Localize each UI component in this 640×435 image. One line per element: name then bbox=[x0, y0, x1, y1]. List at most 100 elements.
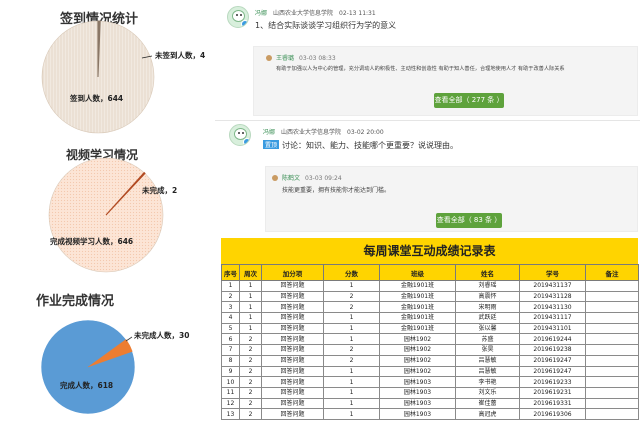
table-row: 12 2 回答问题 1 园林1903 崔佳蕾 2019619331 bbox=[221, 397, 639, 410]
post1-view-all-button[interactable]: 查看全部（ 277 条 ） bbox=[434, 93, 504, 108]
table-cell: 3 bbox=[221, 301, 240, 314]
table-cell: 张昊 bbox=[455, 344, 520, 356]
post2-meta: 冯娜 山西农业大学信息学院 03-02 20:00 bbox=[263, 127, 384, 136]
table-row: 11 2 回答问题 1 园林1903 刘文乐 2019619231 bbox=[221, 386, 639, 399]
table-cell: 园林1902 bbox=[379, 344, 456, 356]
sign-in-pie-svg: 未签到人数，4 签到人数，644 bbox=[41, 20, 205, 134]
post1-reply-name[interactable]: 王睿璐 bbox=[276, 55, 294, 62]
video-pie-slices bbox=[48, 157, 164, 273]
table-cell: 高震怀 bbox=[455, 290, 520, 303]
author-avatar[interactable] bbox=[229, 124, 251, 146]
table-cell: 园林1903 bbox=[379, 397, 456, 410]
table-cell: 1 bbox=[239, 280, 262, 292]
table-cell: 2019431130 bbox=[519, 301, 586, 314]
column-header: 班级 bbox=[379, 264, 456, 281]
table-row: 1 1 回答问题 1 金融1901班 刘睿瑶 2019431137 bbox=[221, 280, 639, 292]
post2-reply-text: 技能更重要，拥有技能你才能达到门槛。 bbox=[282, 187, 391, 194]
table-cell: 刘睿瑶 bbox=[455, 280, 520, 292]
post2-reply-meta: 陈鹤文 03-03 09:24 bbox=[282, 173, 342, 182]
sign-in-unsigned-label: 未签到人数，4 bbox=[155, 50, 205, 60]
post1-question[interactable]: 1、结合实际谈谈学习组织行为学的意义 bbox=[255, 20, 396, 31]
sign-in-pie-slices bbox=[41, 20, 155, 134]
table-cell: 2 bbox=[239, 408, 262, 420]
reply-user-icon bbox=[266, 55, 272, 61]
column-header: 周次 bbox=[239, 264, 262, 281]
table-cell: 金融1901班 bbox=[379, 280, 456, 292]
homework-pie-svg: 未完成人数，30 完成人数，618 bbox=[40, 319, 189, 415]
table-cell bbox=[585, 312, 639, 324]
table-cell: 园林1902 bbox=[379, 333, 456, 346]
table-cell: 苏盛 bbox=[455, 333, 520, 346]
video-pie-chart: 未完成，2 完成视频学习人数，646 bbox=[0, 145, 215, 285]
post1-reply-meta: 王睿璐 03-03 08:33 bbox=[276, 53, 336, 62]
sign-in-signed-label: 签到人数，644 bbox=[69, 93, 123, 103]
table-cell bbox=[585, 386, 639, 399]
table-cell: 回答问题 bbox=[261, 408, 324, 420]
table-cell: 2019619238 bbox=[519, 344, 586, 356]
table-cell: 5 bbox=[221, 322, 240, 335]
table-row: 6 2 回答问题 1 园林1902 苏盛 2019619244 bbox=[221, 333, 639, 346]
post2-reply-name[interactable]: 陈鹤文 bbox=[282, 175, 300, 182]
stats-panel: 签到情况统计 未签到人数，4 签到人数，644 视频学习情况 未完成，2 完成视… bbox=[0, 0, 215, 435]
homework-pie-chart: 未完成人数，30 完成人数，618 bbox=[0, 285, 215, 435]
table-cell: 1 bbox=[239, 322, 262, 335]
table-cell: 1 bbox=[323, 376, 380, 388]
post2-author[interactable]: 冯娜 bbox=[263, 129, 275, 136]
table-cell: 回答问题 bbox=[261, 365, 324, 378]
post1-reply-text: 有助于加强以人为中心的管理，充分调动人的积极性、主动性和创造性 有助于知人善任，… bbox=[276, 66, 565, 72]
post2-question[interactable]: 讨论：知识、能力、技能哪个更重要？说说理由。 bbox=[282, 141, 458, 150]
table-cell: 1 bbox=[323, 322, 380, 335]
column-header: 姓名 bbox=[455, 264, 520, 281]
score-table-title: 每周课堂互动成绩记录表 bbox=[221, 238, 638, 264]
table-cell: 1 bbox=[323, 333, 380, 346]
video-undone-label: 未完成，2 bbox=[142, 185, 177, 195]
sign-in-pie-chart: 未签到人数，4 签到人数，644 bbox=[0, 0, 215, 145]
post2-view-all-button[interactable]: 查看全部（ 83 条 ） bbox=[436, 213, 502, 228]
table-cell: 2019619306 bbox=[519, 408, 586, 420]
table-cell: 崔佳蕾 bbox=[455, 397, 520, 410]
column-header: 加分项 bbox=[261, 264, 324, 281]
table-cell: 1 bbox=[323, 312, 380, 324]
table-cell: 1 bbox=[239, 312, 262, 324]
table-cell: 园林1902 bbox=[379, 354, 456, 367]
table-cell: 9 bbox=[221, 365, 240, 378]
score-table-panel: 每周课堂互动成绩记录表 序号 周次 加分项 分数 班级 姓名 学号 备注 1 1 回答问题 1 金融1… bbox=[221, 238, 639, 435]
table-cell: 1 bbox=[239, 290, 262, 303]
table-cell: 13 bbox=[221, 408, 240, 420]
table-cell: 2 bbox=[323, 290, 380, 303]
table-cell: 2019431128 bbox=[519, 290, 586, 303]
table-cell: 12 bbox=[221, 397, 240, 410]
post1-meta: 冯娜 山西农业大学信息学院 02-13 11:31 bbox=[255, 8, 376, 17]
table-cell: 回答问题 bbox=[261, 376, 324, 388]
table-cell: 2 bbox=[239, 344, 262, 356]
table-cell: 2 bbox=[239, 386, 262, 399]
table-cell: 2 bbox=[239, 354, 262, 367]
post1-time: 02-13 11:31 bbox=[339, 10, 376, 17]
table-cell: 园林1903 bbox=[379, 386, 456, 399]
column-header: 学号 bbox=[519, 264, 586, 281]
table-cell: 10 bbox=[221, 376, 240, 388]
table-cell: 金融1901班 bbox=[379, 301, 456, 314]
table-row: 7 2 回答问题 2 园林1902 张昊 2019619238 bbox=[221, 344, 639, 356]
table-row: 13 2 回答问题 1 园林1903 高冠虎 2019619306 bbox=[221, 408, 639, 420]
table-cell: 回答问题 bbox=[261, 386, 324, 399]
table-cell: 回答问题 bbox=[261, 322, 324, 335]
homework-done-label: 完成人数，618 bbox=[60, 380, 113, 390]
table-header-row: 序号 周次 加分项 分数 班级 姓名 学号 备注 bbox=[221, 264, 639, 281]
table-cell: 回答问题 bbox=[261, 280, 324, 292]
table-cell bbox=[585, 365, 639, 378]
table-cell: 宋明雨 bbox=[455, 301, 520, 314]
table-cell: 2 bbox=[239, 397, 262, 410]
author-avatar[interactable] bbox=[227, 6, 249, 28]
table-cell: 6 bbox=[221, 333, 240, 346]
table-row: 2 1 回答问题 2 金融1901班 高震怀 2019431128 bbox=[221, 290, 639, 303]
table-row: 3 1 回答问题 2 金融1901班 宋明雨 2019431130 bbox=[221, 301, 639, 314]
post1-reply-time: 03-03 08:33 bbox=[299, 55, 336, 62]
score-table: 序号 周次 加分项 分数 班级 姓名 学号 备注 1 1 回答问题 1 金融1901班 刘睿瑶 20194… bbox=[221, 264, 639, 420]
table-cell bbox=[585, 408, 639, 420]
table-cell: 2019619247 bbox=[519, 354, 586, 367]
post1-author[interactable]: 冯娜 bbox=[255, 10, 267, 17]
table-cell bbox=[585, 290, 639, 303]
column-header: 序号 bbox=[221, 264, 240, 281]
table-cell bbox=[585, 397, 639, 410]
